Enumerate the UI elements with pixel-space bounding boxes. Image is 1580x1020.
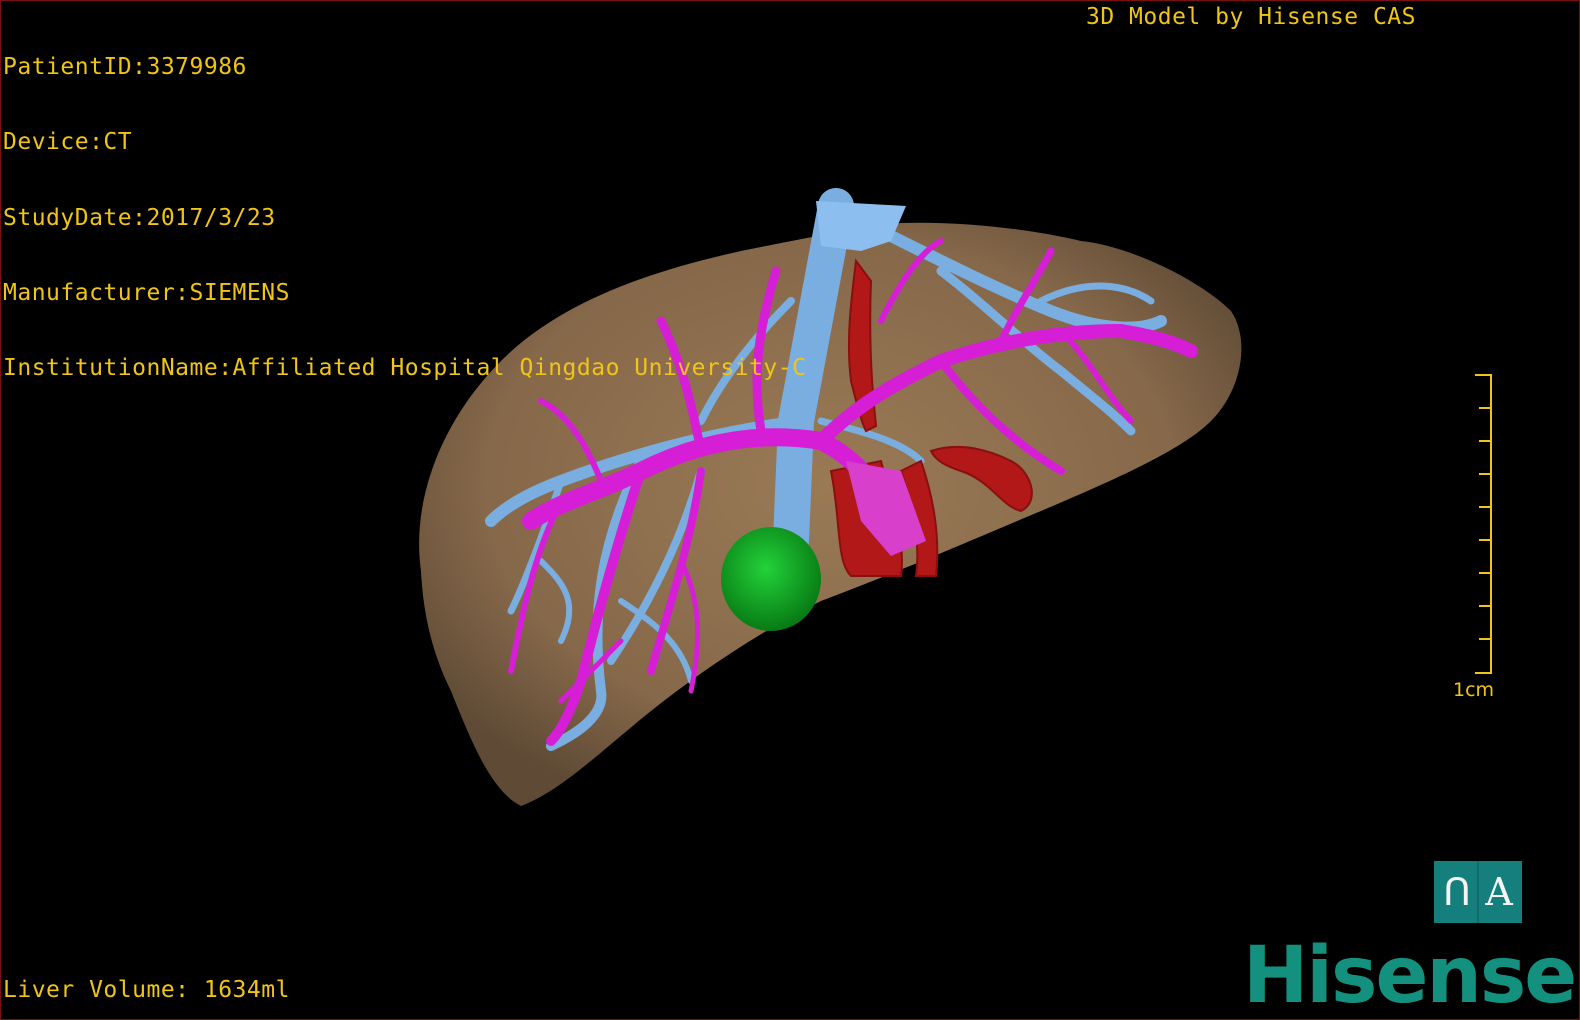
view-mode-button[interactable]: ꓵ A	[1434, 861, 1522, 923]
scale-bar	[1475, 374, 1492, 674]
mode-glyph-right-icon: A	[1485, 870, 1513, 914]
institution-label: InstitutionName:Affiliated Hospital Qing…	[3, 355, 807, 382]
3d-viewport[interactable]: PatientID:3379986 Device:CT StudyDate:20…	[0, 0, 1580, 1020]
device-label: Device:CT	[3, 129, 133, 156]
patient-id-label: PatientID:3379986	[3, 54, 247, 80]
liver-volume-label: Liver Volume: 1634ml	[3, 977, 290, 1003]
mode-divider	[1477, 861, 1480, 923]
model-credit: 3D Model by Hisense CAS	[1086, 4, 1416, 30]
study-info: PatientID:3379986 Device:CT StudyDate:20…	[3, 5, 806, 431]
scale-label: 1cm	[1453, 679, 1495, 701]
study-date-label: StudyDate:2017/3/23	[3, 204, 276, 231]
mode-glyph-left-icon: ꓵ	[1443, 870, 1471, 914]
gallbladder	[721, 527, 821, 631]
hisense-logo: Hisense	[1243, 931, 1577, 1020]
manufacturer-label: Manufacturer:SIEMENS	[3, 279, 290, 306]
